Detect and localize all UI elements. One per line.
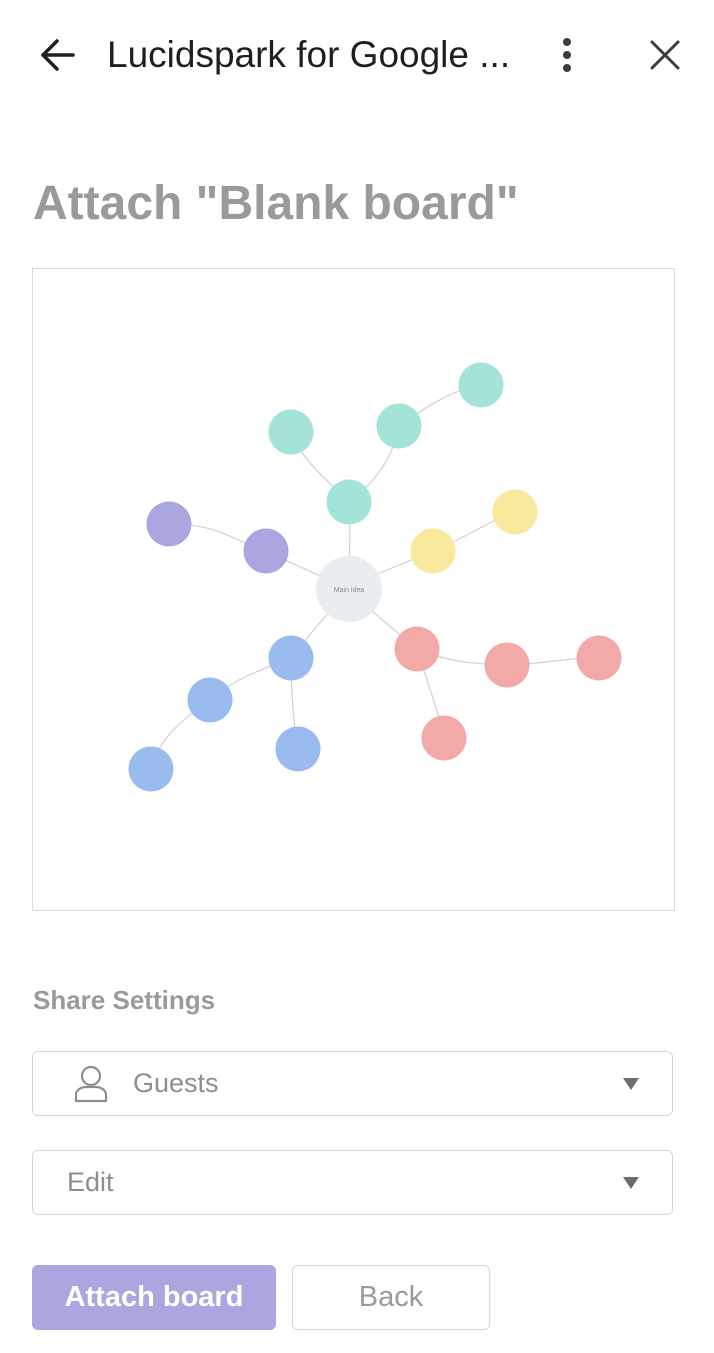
central-topic-label: Main idea [334,587,364,594]
share-settings-heading: Share Settings [33,985,216,1015]
close-icon [650,40,680,70]
audience-select-value: Guests [133,1068,219,1098]
arrow-left-icon [41,39,75,71]
app-header: Lucidspark for Google ... [0,0,714,110]
red-node [394,626,440,672]
blue-node [187,677,233,723]
blue-node [128,746,174,792]
permission-select[interactable]: Edit [32,1150,673,1215]
close-button[interactable] [640,30,690,80]
mind-map-preview: Main idea [128,362,622,792]
more-vertical-icon [563,38,571,72]
blue-node [275,726,321,772]
board-preview: Main idea [32,268,675,911]
app-title: Lucidspark for Google ... [107,34,511,75]
yellow-node [492,489,538,535]
red-node [421,715,467,761]
purple-node [146,501,192,547]
more-options-button[interactable] [545,30,589,80]
blue-node [268,635,314,681]
purple-node [243,528,289,574]
permission-select-value: Edit [67,1167,114,1197]
teal-node [458,362,504,408]
chevron-down-icon [623,1078,639,1090]
page-title: Attach "Blank board" [33,177,519,230]
back-action-button[interactable]: Back [292,1265,490,1330]
teal-node [268,409,314,455]
back-button[interactable] [30,30,84,80]
red-node [484,642,530,688]
teal-node [326,479,372,525]
user-icon [74,1065,108,1103]
red-node [576,635,622,681]
audience-select[interactable]: Guests [32,1051,673,1116]
teal-node [376,403,422,449]
yellow-node [410,528,456,574]
chevron-down-icon [623,1177,639,1189]
attach-board-button[interactable]: Attach board [32,1265,276,1330]
mind-map-nodes: Main idea [128,362,622,792]
